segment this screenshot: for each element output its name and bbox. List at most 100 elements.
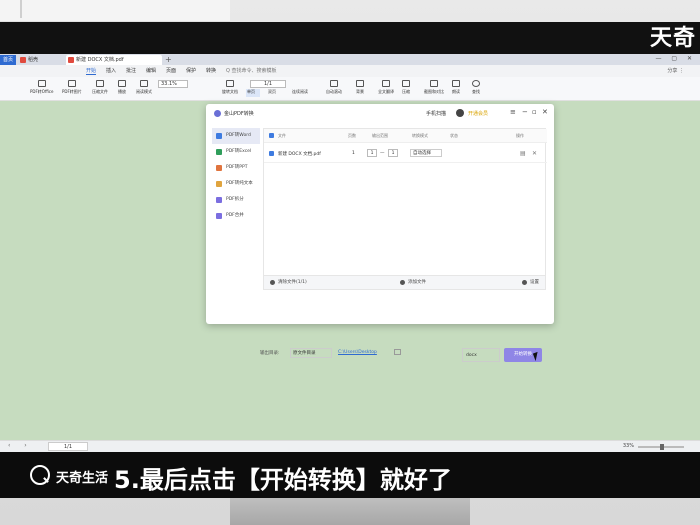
read-aloud-tool[interactable]: 朗读 bbox=[452, 80, 460, 95]
play-tool[interactable]: 播放 bbox=[118, 80, 126, 95]
share-menu[interactable]: 分享 ⋮ bbox=[667, 67, 684, 74]
table-row: 新建 DOCX 文档.pdf 1 1 — 1 自动选择 ▤ ✕ bbox=[264, 145, 547, 163]
speaker-icon bbox=[452, 80, 460, 87]
video-frame: 天奇 首页 稻壳 新建 DOCX 文档.pdf + — ▢ ✕ 开始 插入 批注… bbox=[0, 0, 700, 525]
tab-bar: 首页 稻壳 新建 DOCX 文档.pdf + — ▢ ✕ bbox=[0, 54, 700, 65]
paper-on-wall bbox=[0, 0, 230, 22]
settings-icon bbox=[522, 280, 527, 285]
header-pages: 页数 bbox=[348, 133, 356, 138]
menu-page[interactable]: 页面 bbox=[166, 67, 176, 74]
command-search[interactable]: Q 查找命令、搜索模板 bbox=[226, 67, 277, 74]
ppt-icon bbox=[216, 165, 222, 171]
window-controls[interactable]: — ▢ ✕ bbox=[655, 55, 696, 62]
pdf-to-image-tool[interactable]: PDF转图片 bbox=[62, 80, 82, 95]
compress-icon bbox=[96, 80, 104, 87]
settings-button[interactable]: 设置 bbox=[530, 279, 539, 285]
brand-search-icon bbox=[30, 465, 50, 485]
word-icon bbox=[216, 133, 222, 139]
add-icon bbox=[400, 280, 405, 285]
read-mode-tool[interactable]: 阅读模式 bbox=[136, 80, 152, 95]
continuous-read-tool[interactable]: 连续阅读 bbox=[292, 89, 308, 95]
text-icon bbox=[216, 181, 222, 187]
menu-start[interactable]: 开始 bbox=[86, 67, 97, 75]
background-icon bbox=[356, 80, 364, 87]
dialog-header: 金山PDF转换 手机扫描 开通会员 ≡ − ▫ ✕ bbox=[206, 104, 554, 124]
dialog-title: 金山PDF转换 bbox=[224, 111, 254, 117]
menu-edit[interactable]: 编辑 bbox=[146, 67, 156, 74]
convert-mode-select[interactable]: 自动选择 bbox=[410, 149, 442, 157]
auto-scroll-tool[interactable]: 自动滚动 bbox=[326, 80, 342, 95]
tab-pdf-label: 新建 DOCX 文档.pdf bbox=[76, 57, 124, 63]
subtitle-text: 5.最后点击【开始转换】就好了 bbox=[114, 466, 452, 494]
tab-docer[interactable]: 稻壳 bbox=[18, 55, 64, 65]
menu-convert[interactable]: 转换 bbox=[206, 67, 216, 74]
status-zoom: 33% bbox=[622, 443, 634, 449]
conversion-type-sidebar: PDF转Word PDF转Excel PDF转PPT PDF转纯文本 PDF拆分… bbox=[212, 128, 260, 224]
book-icon bbox=[140, 80, 148, 87]
format-select[interactable]: docx bbox=[462, 348, 500, 362]
pdf-to-office-tool[interactable]: PDF转Office bbox=[30, 80, 53, 95]
background-tool[interactable]: 背景 bbox=[356, 80, 364, 95]
monitor-bezel-top bbox=[0, 22, 700, 54]
clear-files-button[interactable]: 清除文件(1/1) bbox=[278, 279, 307, 285]
maximize-icon[interactable]: ▫ bbox=[532, 108, 537, 116]
sidebar-item-pdf-split[interactable]: PDF拆分 bbox=[212, 192, 260, 208]
sidebar-item-pdf-to-excel[interactable]: PDF转Excel bbox=[212, 144, 260, 160]
subtitle-brand: 天奇生活 bbox=[56, 471, 109, 486]
compress-file-tool[interactable]: 压缩文件 bbox=[92, 80, 108, 95]
tab-home[interactable]: 首页 bbox=[0, 55, 16, 65]
sidebar-item-pdf-to-word[interactable]: PDF转Word bbox=[212, 128, 260, 144]
zoom-slider[interactable] bbox=[638, 444, 684, 450]
rotate-tool[interactable]: 旋转文档 bbox=[222, 80, 238, 95]
range-from-input[interactable]: 1 bbox=[367, 149, 377, 157]
sidebar-item-pdf-to-text[interactable]: PDF转纯文本 bbox=[212, 176, 260, 192]
monitor-stand bbox=[230, 498, 470, 525]
folder-icon[interactable]: ▤ bbox=[520, 150, 526, 157]
output-path-link[interactable]: C:\Users\Desktop bbox=[338, 350, 377, 355]
find-tool[interactable]: 查找 bbox=[472, 80, 480, 95]
image-icon bbox=[67, 80, 76, 87]
compress-tool[interactable]: 压缩 bbox=[402, 80, 410, 95]
pdf-convert-dialog: 金山PDF转换 手机扫描 开通会员 ≡ − ▫ ✕ PDF转Word PDF转E… bbox=[206, 104, 554, 362]
add-file-button[interactable]: 添加文件 bbox=[408, 279, 426, 285]
minimize-icon[interactable]: − bbox=[522, 108, 528, 116]
screenshot-icon bbox=[430, 80, 438, 87]
table-footer: 清除文件(1/1) 添加文件 设置 bbox=[263, 276, 546, 290]
status-bar: ‹ › 1/1 33% bbox=[0, 440, 700, 452]
zoom-input[interactable]: 33.1% bbox=[158, 80, 188, 88]
sidebar-item-pdf-to-ppt[interactable]: PDF转PPT bbox=[212, 160, 260, 176]
menu-protect[interactable]: 保护 bbox=[186, 67, 196, 74]
delete-icon[interactable]: ✕ bbox=[532, 150, 537, 157]
translate-tool[interactable]: 全文翻译 bbox=[378, 80, 394, 95]
header-status: 状态 bbox=[450, 133, 458, 138]
phone-scan-link[interactable]: 手机扫描 bbox=[426, 110, 446, 117]
avatar[interactable] bbox=[456, 109, 464, 117]
page-nav-arrows[interactable]: ‹ › bbox=[8, 442, 33, 449]
page-number-input[interactable]: 1/1 bbox=[250, 80, 286, 88]
close-icon[interactable]: ✕ bbox=[542, 108, 548, 116]
menu-icon[interactable]: ≡ bbox=[510, 108, 516, 116]
screenshot-tool[interactable]: 截图和对比 bbox=[424, 80, 444, 95]
sidebar-item-pdf-merge[interactable]: PDF合并 bbox=[212, 208, 260, 224]
double-page-tool[interactable]: 双页 bbox=[268, 89, 276, 95]
status-page-input[interactable]: 1/1 bbox=[48, 442, 88, 451]
search-icon bbox=[472, 80, 480, 87]
rotate-icon bbox=[226, 80, 234, 87]
open-folder-icon[interactable] bbox=[394, 349, 401, 355]
translate-icon bbox=[382, 80, 390, 87]
row-checkbox[interactable] bbox=[269, 151, 274, 156]
member-link[interactable]: 开通会员 bbox=[468, 110, 488, 117]
menu-insert[interactable]: 插入 bbox=[106, 67, 116, 74]
select-all-checkbox[interactable] bbox=[269, 133, 274, 138]
range-to-input[interactable]: 1 bbox=[388, 149, 398, 157]
single-page-tool[interactable]: 单页 bbox=[247, 89, 255, 95]
tab-pdf-document[interactable]: 新建 DOCX 文档.pdf bbox=[66, 55, 162, 65]
excel-icon bbox=[216, 149, 222, 155]
docer-icon bbox=[20, 57, 26, 63]
scroll-icon bbox=[330, 80, 338, 87]
merge-icon bbox=[216, 213, 222, 219]
trash-icon bbox=[270, 280, 275, 285]
new-tab-button[interactable]: + bbox=[165, 54, 172, 65]
output-dir-select[interactable]: 原文件目录 bbox=[290, 348, 332, 358]
menu-comment[interactable]: 批注 bbox=[126, 67, 136, 74]
